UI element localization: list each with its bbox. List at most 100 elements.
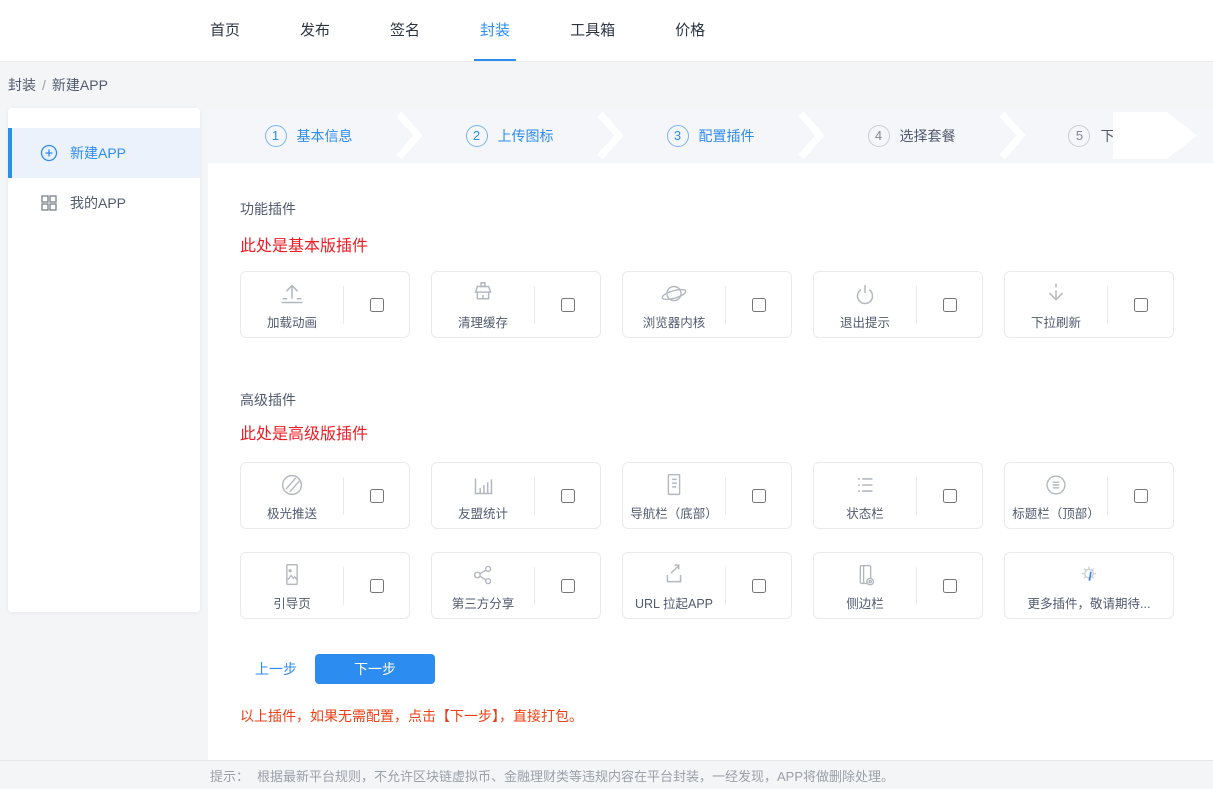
step-number: 2	[466, 125, 488, 147]
nav-item-home[interactable]: 首页	[204, 0, 246, 61]
divider	[343, 286, 344, 324]
nav-item-price[interactable]: 价格	[669, 0, 711, 61]
browser-kernel-icon	[659, 279, 689, 309]
breadcrumb: 封装 / 新建APP	[0, 62, 1213, 108]
plugin-label: 退出提示	[840, 312, 890, 331]
plugin-checkbox[interactable]	[752, 579, 766, 593]
nav-item-toolbox[interactable]: 工具箱	[564, 0, 621, 61]
footer-hint-label: 提示：	[210, 766, 249, 785]
advanced-plugin-grid: 极光推送 友盟统计	[240, 462, 1177, 619]
plugin-label: 清理缓存	[458, 312, 508, 331]
chevron-right-icon	[798, 108, 824, 163]
plugin-label: 下拉刷新	[1031, 312, 1081, 331]
divider	[725, 286, 726, 324]
bottom-navbar-icon	[659, 470, 689, 500]
section-title-basic: 功能插件	[240, 199, 1177, 219]
divider	[916, 286, 917, 324]
packaging-notice: 以上插件，如果无需配置，点击【下一步】，直接打包。	[240, 706, 1177, 726]
plugin-label: 导航栏（底部）	[630, 503, 718, 522]
plugin-checkbox[interactable]	[943, 298, 957, 312]
third-party-share-icon	[468, 560, 498, 590]
plugin-checkbox[interactable]	[1134, 298, 1148, 312]
plugin-card-third-party-share: 第三方分享	[431, 552, 601, 619]
top-titlebar-icon	[1041, 470, 1071, 500]
divider	[916, 477, 917, 515]
sidebar-item-new-app[interactable]: 新建APP	[8, 128, 200, 178]
plugin-checkbox[interactable]	[752, 298, 766, 312]
basic-plugin-grid: 加载动画 清理缓存	[240, 271, 1177, 338]
plugin-label: 加载动画	[267, 312, 317, 331]
divider	[725, 477, 726, 515]
next-step-button[interactable]: 下一步	[315, 654, 435, 684]
footer-hint: 提示： 根据最新平台规则，不允许区块链虚拟币、金融理财类等违规内容在平台封装，一…	[0, 760, 1213, 789]
jpush-icon	[277, 470, 307, 500]
plugin-card-more-coming-soon: 更多插件，敬请期待...	[1004, 552, 1174, 619]
main-panel: 1 基本信息 2 上传图标 3 配置插件 4 选择套餐 5 下载APP	[208, 108, 1213, 760]
breadcrumb-section[interactable]: 封装	[8, 75, 36, 95]
plugin-card-clear-cache: 清理缓存	[431, 271, 601, 338]
plugin-label: 第三方分享	[452, 593, 515, 612]
plugin-label: URL 拉起APP	[635, 593, 713, 612]
plugin-card-pull-to-refresh: 下拉刷新	[1004, 271, 1174, 338]
more-plugins-gear-icon	[1074, 560, 1104, 590]
plugin-checkbox[interactable]	[561, 489, 575, 503]
steps-end-arrow	[1113, 112, 1197, 159]
plugin-label: 侧边栏	[846, 593, 884, 612]
plugin-card-url-launch: URL 拉起APP	[622, 552, 792, 619]
plugin-checkbox[interactable]	[943, 579, 957, 593]
plugin-label: 标题栏（顶部）	[1012, 503, 1100, 522]
divider	[343, 567, 344, 605]
breadcrumb-page: 新建APP	[52, 75, 108, 95]
sidebar-item-label: 新建APP	[70, 143, 126, 163]
chevron-right-icon	[597, 108, 623, 163]
divider	[534, 477, 535, 515]
pull-to-refresh-icon	[1041, 279, 1071, 309]
sidebar-item-my-apps[interactable]: 我的APP	[8, 178, 200, 228]
plugin-checkbox[interactable]	[1134, 489, 1148, 503]
nav-item-sign[interactable]: 签名	[384, 0, 426, 61]
sidebar-item-label: 我的APP	[70, 193, 126, 213]
umeng-stats-icon	[468, 470, 498, 500]
plugin-checkbox[interactable]	[561, 298, 575, 312]
nav-item-package[interactable]: 封装	[474, 0, 516, 61]
step-basic-info: 1 基本信息	[208, 108, 409, 163]
plugin-card-status-bar: 状态栏	[813, 462, 983, 529]
plugin-card-guide-page: 引导页	[240, 552, 410, 619]
section-title-advanced: 高级插件	[240, 390, 1177, 410]
step-label: 配置插件	[699, 126, 755, 146]
top-navbar: 首页 发布 签名 封装 工具箱 价格	[0, 0, 1213, 62]
steps-bar: 1 基本信息 2 上传图标 3 配置插件 4 选择套餐 5 下载APP	[208, 108, 1213, 163]
clear-cache-icon	[468, 279, 498, 309]
nav-item-publish[interactable]: 发布	[294, 0, 336, 61]
plugin-checkbox[interactable]	[370, 298, 384, 312]
sidebar: 新建APP 我的APP	[8, 108, 200, 612]
plugin-card-sidebar: 侧边栏	[813, 552, 983, 619]
grid-icon	[40, 194, 58, 212]
plugin-checkbox[interactable]	[752, 489, 766, 503]
plugin-card-exit-prompt: 退出提示	[813, 271, 983, 338]
plugin-checkbox[interactable]	[370, 489, 384, 503]
step-upload-icon: 2 上传图标	[409, 108, 610, 163]
breadcrumb-separator: /	[42, 77, 46, 93]
step-number: 3	[667, 125, 689, 147]
plugin-card-top-titlebar: 标题栏（顶部）	[1004, 462, 1174, 529]
plugin-label: 友盟统计	[458, 503, 508, 522]
divider	[1107, 477, 1108, 515]
plugin-card-umeng-stats: 友盟统计	[431, 462, 601, 529]
prev-step-link[interactable]: 上一步	[255, 659, 297, 679]
divider	[916, 567, 917, 605]
plugin-card-jpush: 极光推送	[240, 462, 410, 529]
exit-prompt-icon	[850, 279, 880, 309]
section-note-advanced: 此处是高级版插件	[240, 420, 1177, 444]
step-label: 选择套餐	[900, 126, 956, 146]
divider	[534, 567, 535, 605]
plugin-checkbox[interactable]	[561, 579, 575, 593]
divider	[1107, 286, 1108, 324]
url-launch-icon	[659, 560, 689, 590]
step-number: 5	[1068, 125, 1090, 147]
plugin-checkbox[interactable]	[943, 489, 957, 503]
plugin-card-loading-animation: 加载动画	[240, 271, 410, 338]
plugin-checkbox[interactable]	[370, 579, 384, 593]
divider	[534, 286, 535, 324]
wizard-actions: 上一步 下一步	[240, 654, 1177, 684]
